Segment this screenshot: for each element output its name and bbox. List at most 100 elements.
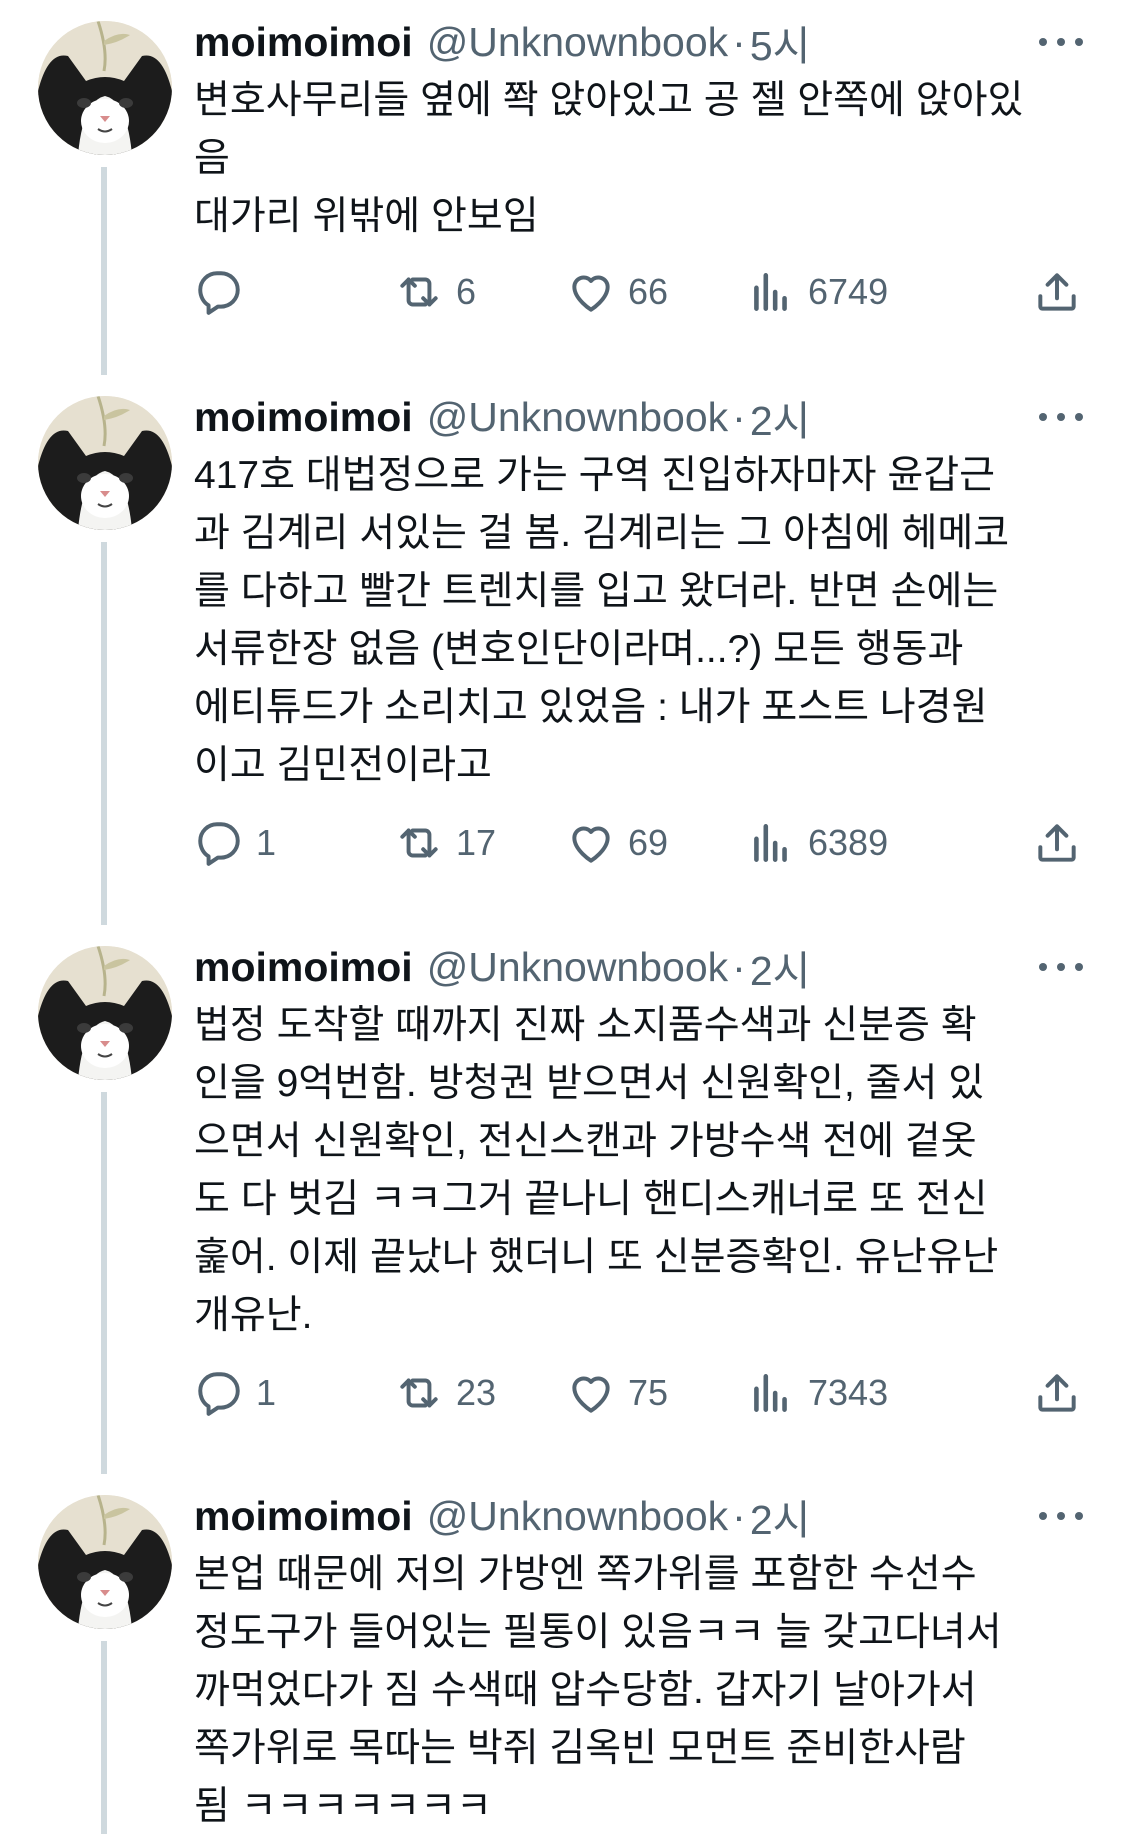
- views-bar-icon: [746, 267, 796, 317]
- tweet-text: 변호사무리들 옆에 쫙 앉아있고 공 젤 안쪽에 앉아있 음 대가리 위밖에 안…: [194, 72, 1094, 246]
- timestamp[interactable]: 2시: [750, 387, 811, 447]
- action-bar: 1 23 75 7343: [194, 1365, 1094, 1421]
- reply-button[interactable]: 1: [194, 1365, 276, 1421]
- like-count: 66: [628, 271, 669, 312]
- thread-line: [101, 1641, 107, 1834]
- like-count: 75: [628, 1372, 669, 1413]
- more-dots-icon[interactable]: [1039, 32, 1083, 52]
- text-line: 변호사무리들 옆에 쫙 앉아있고 공 젤 안쪽에 앉아있: [194, 79, 1024, 122]
- reply-icon: [194, 267, 244, 317]
- like-button[interactable]: 66: [566, 264, 668, 320]
- text-line: 으면서 신원확인, 전신스캔과 가방수색 전에 겉옷: [194, 1120, 977, 1163]
- avatar[interactable]: [38, 1495, 172, 1629]
- avatar[interactable]: [38, 946, 172, 1080]
- share-button[interactable]: [1032, 264, 1082, 320]
- retweet-button[interactable]: 23: [394, 1365, 496, 1421]
- share-icon: [1032, 818, 1082, 868]
- tweet-text: 417호 대법정으로 가는 구역 진입하자마자 윤갑근 과 김계리 서있는 걸 …: [194, 447, 1094, 795]
- cat-avatar-image: [38, 946, 172, 1080]
- text-line: 도 다 벗김 ㅋㅋ그거 끝나니 핸디스캐너로 또 전신: [194, 1178, 988, 1221]
- timestamp[interactable]: 2시: [750, 1486, 811, 1546]
- timestamp[interactable]: 5시: [750, 12, 811, 72]
- reply-count: 1: [256, 822, 277, 863]
- text-line: 대가리 위밖에 안보임: [194, 195, 539, 238]
- text-line: 훑어. 이제 끝났나 했더니 또 신분증확인. 유난유난: [194, 1236, 999, 1279]
- views-count: 7343: [808, 1372, 889, 1413]
- text-line: 개유난.: [194, 1294, 313, 1337]
- action-bar: 1 17 69 6389: [194, 815, 1094, 871]
- display-name[interactable]: moimoimoi: [194, 394, 413, 441]
- tweet-text: 법정 도착할 때까지 진짜 소지품수색과 신분증 확 인을 9억번함. 방청권 …: [194, 997, 1094, 1345]
- handle[interactable]: @Unknownbook: [427, 19, 728, 66]
- tweet-header: moimoimoi @Unknownbook · 5시: [194, 14, 1095, 70]
- avatar[interactable]: [38, 21, 172, 155]
- tweet-4[interactable]: moimoimoi @Unknownbook · 2시 본업 때문에 저의 가방…: [0, 1474, 1125, 1834]
- views-bar-icon: [746, 1368, 796, 1418]
- retweet-count: 23: [456, 1372, 497, 1413]
- text-line: 쪽가위로 목따는 박쥐 김옥빈 모먼트 준비한사람: [194, 1727, 966, 1770]
- views-button[interactable]: 7343: [746, 1365, 888, 1421]
- text-line: 를 다하고 빨간 트렌치를 입고 왔더라. 반면 손에는: [194, 570, 999, 613]
- separator: ·: [732, 393, 746, 440]
- separator: ·: [732, 943, 746, 990]
- text-line: 본업 때문에 저의 가방엔 쪽가위를 포함한 수선수: [194, 1553, 977, 1596]
- thread-line: [101, 1092, 107, 1474]
- handle[interactable]: @Unknownbook: [427, 1493, 728, 1540]
- reply-button[interactable]: [194, 264, 256, 320]
- share-icon: [1032, 267, 1082, 317]
- text-line: 서류한장 없음 (변호인단이라며...?) 모든 행동과: [194, 628, 964, 671]
- cat-avatar-image: [38, 1495, 172, 1629]
- tweet-2[interactable]: moimoimoi @Unknownbook · 2시 417호 대법정으로 가…: [0, 375, 1125, 925]
- more-dots-icon[interactable]: [1039, 407, 1083, 427]
- reply-count: 1: [256, 1372, 277, 1413]
- handle[interactable]: @Unknownbook: [427, 394, 728, 441]
- display-name[interactable]: moimoimoi: [194, 19, 413, 66]
- text-line: 음: [194, 137, 230, 180]
- like-button[interactable]: 69: [566, 815, 668, 871]
- tweet-header: moimoimoi @Unknownbook · 2시: [194, 1488, 1095, 1544]
- share-button[interactable]: [1032, 1365, 1082, 1421]
- text-line: 됨 ㅋㅋㅋㅋㅋㅋㅋ: [194, 1785, 492, 1828]
- retweet-icon: [394, 818, 444, 868]
- retweet-count: 17: [456, 822, 497, 863]
- views-count: 6389: [808, 822, 889, 863]
- views-bar-icon: [746, 818, 796, 868]
- views-button[interactable]: 6749: [746, 264, 888, 320]
- separator: ·: [732, 18, 746, 65]
- reply-icon: [194, 1368, 244, 1418]
- text-line: 417호 대법정으로 가는 구역 진입하자마자 윤갑근: [194, 454, 995, 497]
- views-count: 6749: [808, 271, 889, 312]
- more-dots-icon[interactable]: [1039, 1506, 1083, 1526]
- tweet-header: moimoimoi @Unknownbook · 2시: [194, 389, 1095, 445]
- tweet-1[interactable]: moimoimoi @Unknownbook · 5시 변호사무리들 옆에 쫙 …: [0, 0, 1125, 375]
- like-button[interactable]: 75: [566, 1365, 668, 1421]
- retweet-button[interactable]: 6: [394, 264, 476, 320]
- retweet-icon: [394, 1368, 444, 1418]
- cat-avatar-image: [38, 21, 172, 155]
- share-button[interactable]: [1032, 815, 1082, 871]
- thread-line: [101, 542, 107, 925]
- handle[interactable]: @Unknownbook: [427, 944, 728, 991]
- text-line: 이고 김민전이라고: [194, 744, 492, 787]
- timestamp[interactable]: 2시: [750, 937, 811, 997]
- tweet-3[interactable]: moimoimoi @Unknownbook · 2시 법정 도착할 때까지 진…: [0, 925, 1125, 1474]
- avatar[interactable]: [38, 396, 172, 530]
- text-line: 법정 도착할 때까지 진짜 소지품수색과 신분증 확: [194, 1004, 977, 1047]
- share-icon: [1032, 1368, 1082, 1418]
- text-line: 에티튜드가 소리치고 있었음 : 내가 포스트 나경원: [194, 686, 988, 729]
- thread-line: [101, 167, 107, 375]
- views-button[interactable]: 6389: [746, 815, 888, 871]
- like-count: 69: [628, 822, 669, 863]
- tweet-text: 본업 때문에 저의 가방엔 쪽가위를 포함한 수선수 정도구가 들어있는 필통이…: [194, 1546, 1094, 1834]
- more-dots-icon[interactable]: [1039, 957, 1083, 977]
- heart-icon: [566, 1368, 616, 1418]
- reply-button[interactable]: 1: [194, 815, 276, 871]
- heart-icon: [566, 818, 616, 868]
- reply-icon: [194, 818, 244, 868]
- display-name[interactable]: moimoimoi: [194, 1493, 413, 1540]
- display-name[interactable]: moimoimoi: [194, 944, 413, 991]
- separator: ·: [732, 1492, 746, 1539]
- action-bar: 6 66 6749: [194, 264, 1094, 320]
- retweet-button[interactable]: 17: [394, 815, 496, 871]
- retweet-icon: [394, 267, 444, 317]
